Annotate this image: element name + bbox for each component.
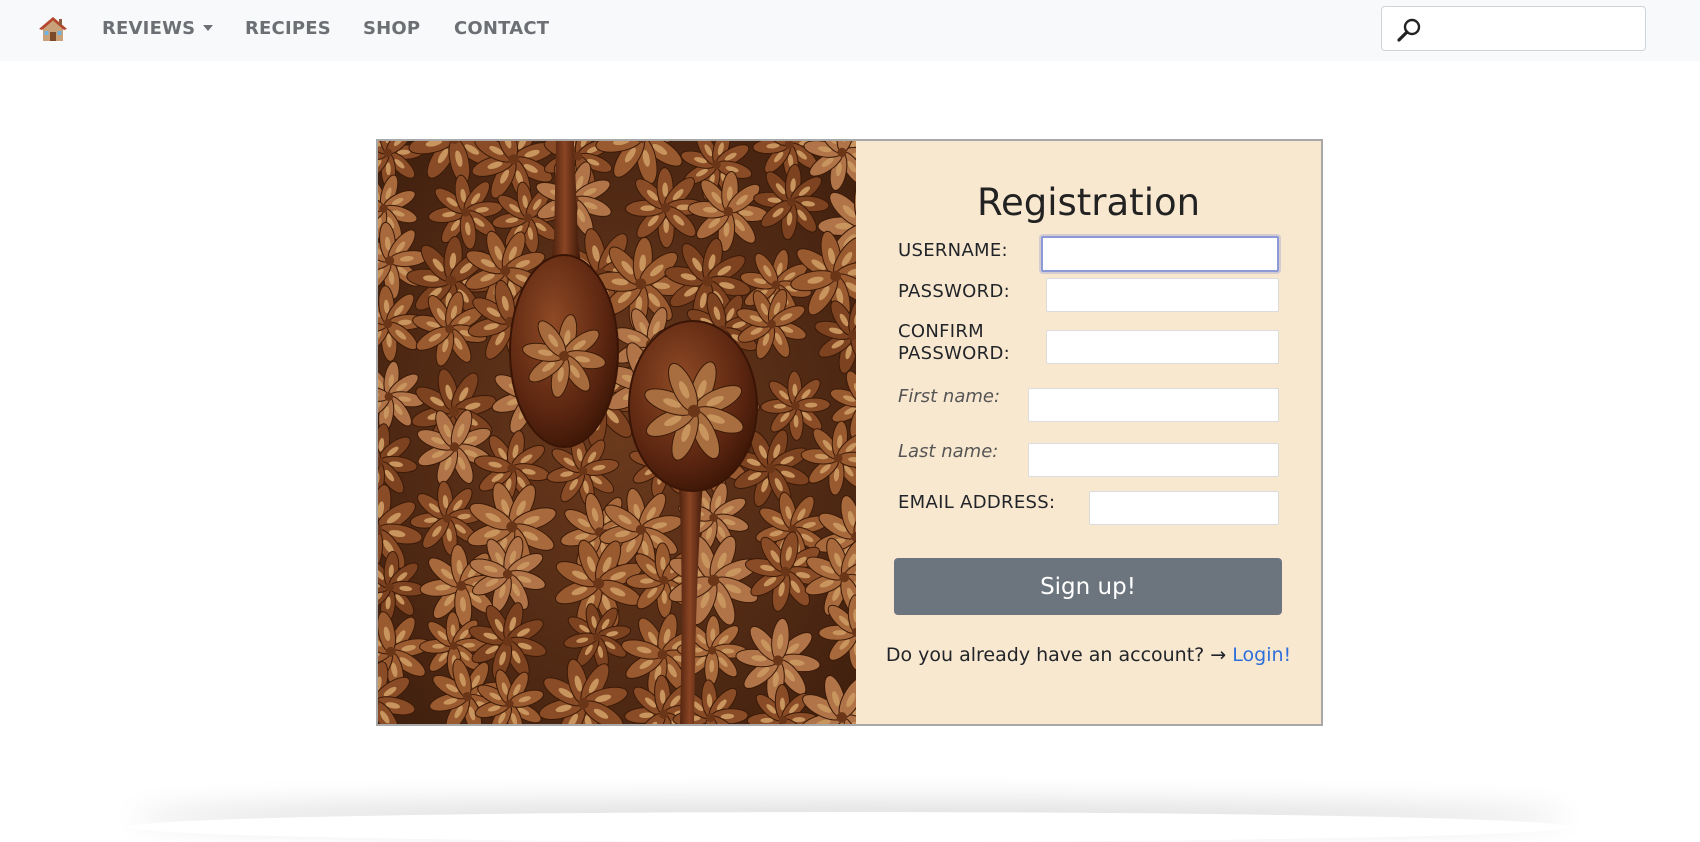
footer-edge [130,812,1570,842]
nav-contact[interactable]: CONTACT [454,18,549,39]
password-input[interactable] [1046,278,1279,312]
confirm-password-input[interactable] [1046,330,1279,364]
search-box[interactable] [1381,6,1646,51]
nav-reviews-label: REVIEWS [102,18,195,39]
nav-reviews-dropdown[interactable]: REVIEWS [102,18,213,39]
search-input[interactable] [1426,13,1636,45]
login-link[interactable]: Login! [1232,644,1291,666]
first-name-input[interactable] [1028,388,1279,422]
login-prompt-text: Do you already have an account? → [886,644,1232,666]
signup-button[interactable]: Sign up! [894,558,1282,615]
confirm-password-label: CONFIRM PASSWORD: [898,321,1010,365]
confirm-password-label-line1: CONFIRM [898,321,984,342]
caret-down-icon [203,25,213,31]
last-name-input[interactable] [1028,443,1279,477]
house-icon[interactable] [38,14,68,44]
username-label: USERNAME: [898,240,1008,262]
form-title: Registration [856,181,1321,224]
nav-shop[interactable]: SHOP [363,18,420,39]
magnifier-icon [1396,17,1422,43]
password-label: PASSWORD: [898,281,1010,303]
star-anise-photo [378,141,856,724]
username-input[interactable] [1041,236,1279,272]
registration-card: Registration USERNAME: PASSWORD: CONFIRM… [376,139,1323,726]
email-input[interactable] [1089,491,1279,525]
first-name-label: First name: [898,386,1000,408]
login-prompt: Do you already have an account? → Login! [856,644,1321,666]
last-name-label: Last name: [898,441,998,463]
star-anise-image [378,141,856,724]
registration-form: Registration USERNAME: PASSWORD: CONFIRM… [856,141,1321,724]
confirm-password-label-line2: PASSWORD: [898,343,1010,364]
top-navbar: REVIEWS RECIPES SHOP CONTACT [0,0,1700,61]
email-label: EMAIL ADDRESS: [898,492,1055,514]
nav-recipes[interactable]: RECIPES [245,18,331,39]
